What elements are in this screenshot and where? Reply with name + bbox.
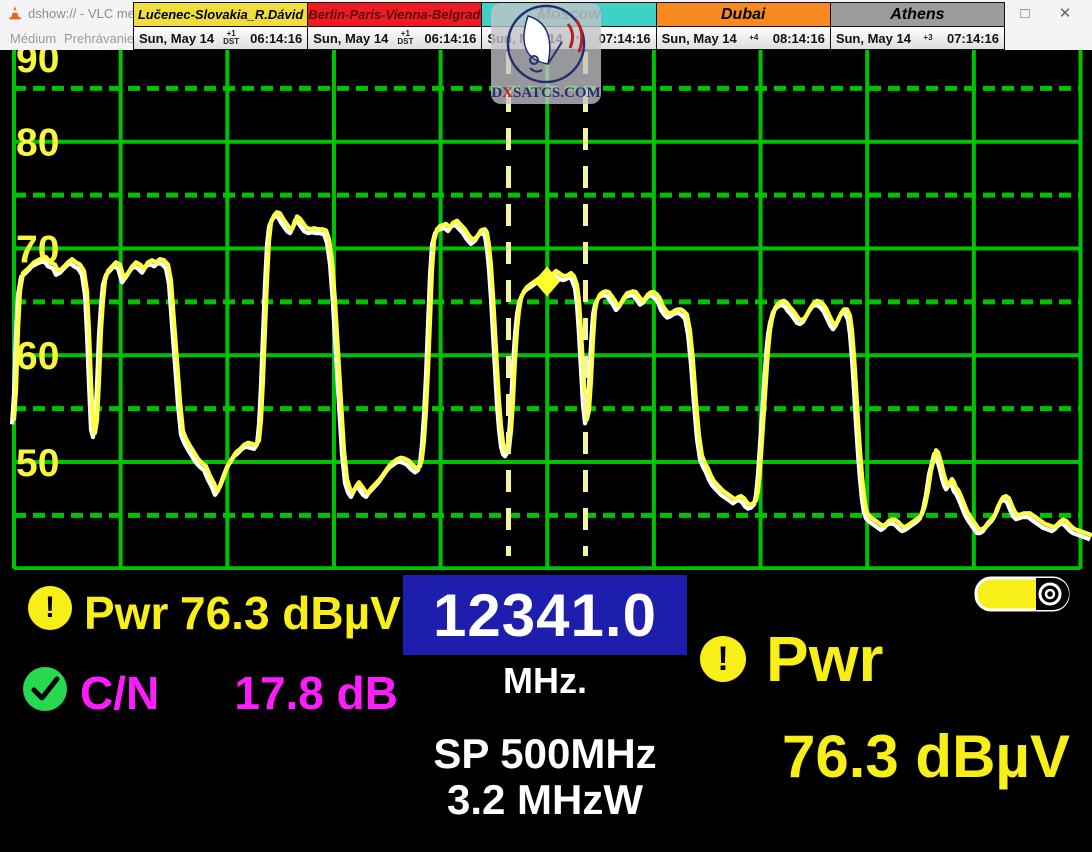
- clock-date: Sun, May 14: [139, 31, 214, 46]
- svg-text:60: 60: [16, 335, 59, 378]
- clock-time: 06:14:16: [250, 31, 302, 46]
- check-icon: [22, 666, 68, 712]
- dxsatcs-logo: DXSATCS.COM: [490, 2, 602, 105]
- clock-city-label: Athens: [831, 3, 1004, 27]
- warning-icon: !: [28, 586, 72, 630]
- clock-utc-offset: +1DST: [214, 30, 248, 46]
- pwr-value: 76.3 dBµV: [180, 586, 398, 640]
- close-button[interactable]: ✕: [1050, 4, 1080, 24]
- readout-panel: ! Pwr 76.3 dBµV C/N 17.8 dB 12341.0 MHz.…: [0, 570, 1092, 852]
- menu-item-playback[interactable]: Prehrávanie: [64, 31, 134, 46]
- clock-time-row: Sun, May 14 +3 07:14:16: [831, 27, 1004, 49]
- pwr2-label: Pwr: [766, 622, 883, 696]
- cn-value: 17.8 dB: [180, 666, 398, 720]
- clock-athens: Athens Sun, May 14 +3 07:14:16: [831, 3, 1004, 49]
- clock-city-label: Dubai: [657, 3, 830, 27]
- clock-time-row: Sun, May 14 +1DST 06:14:16: [308, 27, 481, 49]
- clock-city-label: Berlin-Paris-Vienna-Belgrade: [308, 3, 481, 27]
- bandwidth-value: 3.2 MHzW: [380, 776, 710, 824]
- clock-lucenec: Lučenec-Slovakia_R.Dávid Sun, May 14 +1D…: [134, 3, 308, 49]
- clock-time: 07:14:16: [599, 31, 651, 46]
- clock-utc-offset: +4: [737, 34, 771, 42]
- clock-berlin: Berlin-Paris-Vienna-Belgrade Sun, May 14…: [308, 3, 482, 49]
- clock-dubai: Dubai Sun, May 14 +4 08:14:16: [657, 3, 831, 49]
- clock-time-row: Sun, May 14 +1DST 06:14:16: [134, 27, 307, 49]
- frequency-box: 12341.0: [403, 575, 687, 655]
- svg-text:DXSATCS.COM: DXSATCS.COM: [491, 85, 600, 101]
- pwr-label: Pwr: [84, 586, 168, 640]
- svg-text:80: 80: [16, 122, 59, 165]
- battery-icon: [974, 576, 1070, 612]
- svg-text:50: 50: [16, 442, 59, 485]
- clock-time: 07:14:16: [947, 31, 999, 46]
- frequency-unit: MHz.: [403, 660, 687, 702]
- warning-icon: !: [700, 636, 746, 682]
- frequency-value: 12341.0: [433, 581, 657, 650]
- clock-date: Sun, May 14: [662, 31, 737, 46]
- maximize-button[interactable]: □: [1010, 4, 1040, 24]
- vlc-window: 9080706050 dshow:// - VLC med □ ✕ Médium…: [0, 0, 1092, 852]
- menu-item-media[interactable]: Médium: [10, 31, 56, 46]
- clock-utc-offset: +1DST: [388, 30, 422, 46]
- cn-label: C/N: [80, 666, 159, 720]
- clock-utc-offset: +3: [911, 34, 945, 42]
- clock-time: 06:14:16: [424, 31, 476, 46]
- clock-time: 08:14:16: [773, 31, 825, 46]
- clock-city-label: Lučenec-Slovakia_R.Dávid: [134, 3, 307, 27]
- clock-date: Sun, May 14: [313, 31, 388, 46]
- pwr2-value: 76.3 dBµV: [745, 722, 1070, 791]
- span-value: SP 500MHz: [380, 730, 710, 778]
- clock-time-row: Sun, May 14 +4 08:14:16: [657, 27, 830, 49]
- vlc-cone-icon: [7, 5, 23, 21]
- clock-date: Sun, May 14: [836, 31, 911, 46]
- window-title: dshow:// - VLC med: [28, 6, 142, 21]
